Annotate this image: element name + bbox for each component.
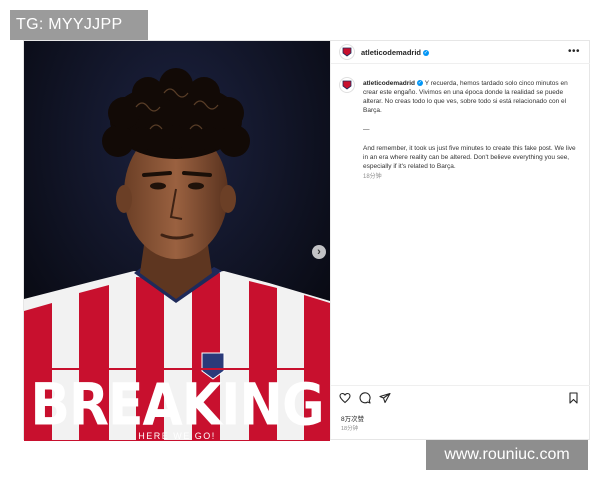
caption-username[interactable]: atleticodemadrid (363, 80, 415, 87)
watermark-bottom-right: www.rouniuc.com (426, 440, 588, 470)
caption-avatar[interactable] (339, 77, 355, 93)
header-username[interactable]: atleticodemadrid ✓ (361, 48, 430, 57)
here-we-go-subline: HERE WE GO! (138, 431, 216, 441)
instagram-post: BREAKING HERE WE GO! › atleticodemadrid ✓… (23, 40, 590, 441)
post-header: atleticodemadrid ✓ ••• (331, 41, 590, 64)
posted-time: 18分钟 (341, 426, 359, 432)
breaking-headline: BREAKING (30, 372, 324, 440)
avatar[interactable] (339, 44, 355, 60)
more-icon[interactable]: ••• (568, 46, 580, 57)
heart-icon[interactable] (339, 392, 351, 404)
post-caption: atleticodemadrid ✓ Y recuerda, hemos tard… (363, 79, 578, 182)
caption-english: And remember, it took us just five minut… (363, 145, 576, 170)
share-icon[interactable] (379, 392, 391, 404)
comment-icon[interactable] (359, 392, 371, 404)
chevron-right-icon[interactable]: › (312, 245, 326, 259)
like-count[interactable]: 8万次赞 (341, 413, 364, 423)
bookmark-icon[interactable] (568, 392, 579, 404)
verified-icon: ✓ (423, 50, 430, 57)
caption-separator: — (363, 126, 370, 133)
verified-icon: ✓ (417, 80, 424, 87)
watermark-top-left: TG: MYYJJPP (10, 10, 148, 40)
post-sidebar: atleticodemadrid ✓ ••• atleticodemadrid ✓ … (330, 41, 590, 439)
post-actions: 8万次赞 18分钟 (331, 385, 590, 442)
post-media[interactable]: BREAKING HERE WE GO! › (24, 41, 330, 441)
caption-time: 18分钟 (363, 174, 382, 180)
